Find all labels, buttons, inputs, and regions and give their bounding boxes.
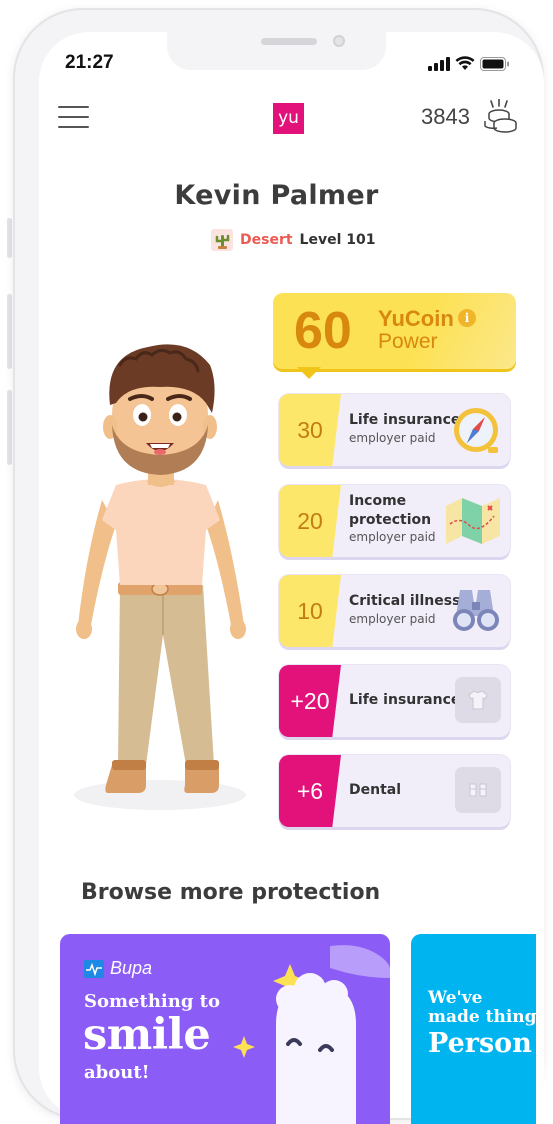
benefit-card-critical-illness[interactable]: 10 Critical illness employer paid [279, 575, 510, 647]
battery-icon [480, 56, 509, 71]
promo-card-personal[interactable]: We've made thing Person [411, 934, 536, 1124]
bupa-brand-text: Bupa [110, 958, 153, 978]
smiling-tooth-illustration [233, 945, 390, 1124]
promo-headline-2: made thing [428, 1007, 536, 1027]
locked-item-box [455, 767, 501, 813]
front-camera [333, 35, 345, 47]
browse-section-title: Browse more protection [81, 880, 381, 905]
user-name: Kevin Palmer [174, 180, 379, 211]
power-card-pointer [297, 367, 321, 379]
benefit-value: 20 [279, 485, 341, 557]
benefit-sublabel: employer paid [349, 530, 436, 544]
benefit-card-dental[interactable]: +6 Dental [279, 755, 510, 827]
phone-notch [167, 30, 386, 70]
coin-stack-icon[interactable] [481, 99, 521, 135]
power-title: YuCoin [378, 306, 454, 331]
benefit-value: +6 [279, 755, 341, 827]
benefit-label: Critical illness [349, 593, 461, 609]
promo-headline-1: We've [428, 988, 483, 1008]
menu-icon [58, 106, 90, 128]
compass-icon [454, 408, 498, 453]
benefit-sublabel: employer paid [349, 612, 436, 626]
wifi-icon [455, 56, 475, 70]
benefit-label: Life insurance [349, 412, 461, 428]
mute-switch [7, 218, 12, 258]
promo-headline-3: about! [84, 1062, 150, 1083]
app-page: 21:27 yu 3843 Kevin Palmer Desert Level … [0, 0, 553, 1124]
bupa-brand-row: Bupa [84, 958, 152, 979]
info-icon[interactable]: i [458, 309, 476, 327]
locked-item-box [455, 677, 501, 723]
benefit-card-life-insurance-extra[interactable]: +20 Life insurance [279, 665, 510, 737]
bupa-logo-icon [84, 959, 104, 978]
menu-button[interactable] [58, 106, 90, 132]
benefit-label: Dental [349, 782, 402, 798]
level-biome: Desert [240, 232, 293, 248]
yu-logo[interactable]: yu [273, 103, 304, 134]
level-label: Level 101 [299, 232, 376, 248]
binoculars-icon [453, 590, 499, 631]
status-icons [428, 56, 510, 71]
power-value: 60 [294, 302, 352, 360]
volume-up-button [7, 294, 12, 369]
cellular-signal-icon [428, 56, 450, 71]
benefit-card-income-protection[interactable]: 20 Income protection employer paid [279, 485, 510, 557]
coin-balance[interactable]: 3843 [421, 104, 470, 130]
level-row: Desert Level 101 [211, 229, 375, 251]
benefit-label-line1: Income [349, 493, 407, 509]
benefit-value: 10 [279, 575, 341, 647]
benefit-card-life-insurance-employer[interactable]: 30 Life insurance employer paid [279, 394, 510, 466]
promo-headline-2: smile [83, 1010, 211, 1060]
map-icon [446, 498, 500, 544]
tshirt-icon [468, 690, 488, 710]
promo-headline-1: Something to [84, 991, 221, 1012]
avatar-character[interactable] [68, 335, 258, 815]
benefit-value: 30 [279, 394, 341, 466]
promo-headline-3: Person [428, 1028, 532, 1059]
power-subtitle: Power [378, 330, 438, 353]
volume-down-button [7, 390, 12, 465]
boots-icon [469, 783, 487, 797]
benefit-sublabel: employer paid [349, 431, 436, 445]
phone-speaker [261, 38, 317, 45]
cactus-icon [211, 229, 233, 251]
benefit-label: Life insurance [349, 692, 461, 708]
status-time: 21:27 [65, 52, 114, 73]
promo-card-bupa-dental[interactable]: Bupa Something to smile about! [60, 934, 390, 1124]
benefit-label-line2: protection [349, 512, 432, 528]
benefit-value: +20 [279, 665, 341, 737]
